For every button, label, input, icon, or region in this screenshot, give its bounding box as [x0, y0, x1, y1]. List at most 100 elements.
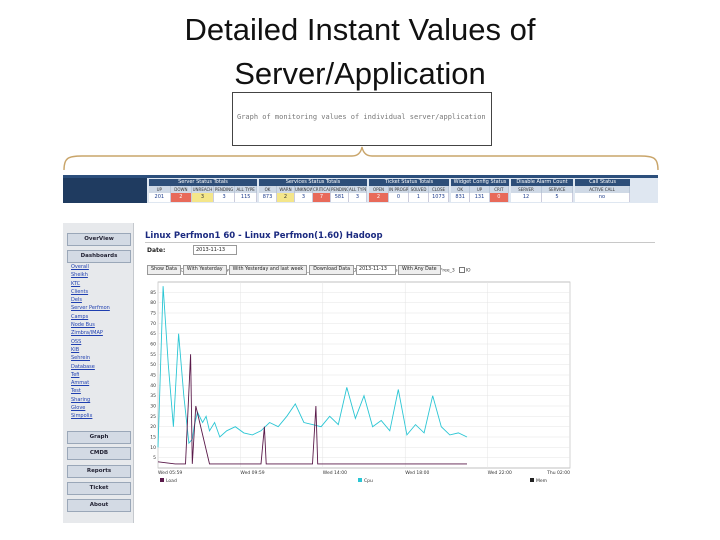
download-data-button[interactable]: Download Data: [309, 265, 355, 275]
sidebar-cmdb-button[interactable]: CMDB: [67, 447, 131, 460]
sidebar-dashboard-link[interactable]: Zimbra/IMAP: [71, 329, 110, 337]
status-value-link[interactable]: 831: [451, 193, 471, 202]
status-group-values: 2 0 1 1073: [369, 193, 449, 202]
sidebar-dashboard-link[interactable]: Test: [71, 387, 110, 395]
status-value-link[interactable]: 2: [170, 193, 193, 202]
status-group-columns: UP DOWN UNREACH PENDING ALL TYPE: [149, 186, 257, 193]
sidebar-dashboard-link[interactable]: Database: [71, 363, 110, 371]
y-tick-label: 10: [150, 445, 156, 451]
with-any-date-button[interactable]: With Any Date: [398, 265, 441, 275]
status-value-link[interactable]: 873: [259, 193, 277, 202]
status-group-columns: OKWARNUNKNOWNCRITICALPENDINGALL TYPE: [259, 186, 367, 193]
y-tick-label: 60: [150, 342, 156, 348]
y-tick-label: 20: [150, 424, 156, 430]
status-column-header: OK: [259, 186, 277, 193]
sidebar-dashboard-link[interactable]: Ammat: [71, 379, 110, 387]
status-group: Ticket Status TotalsOPENIN PROGRESSSOLVE…: [369, 179, 449, 202]
status-value-link[interactable]: 115: [235, 193, 257, 202]
sidebar-dashboard-link[interactable]: Sharing: [71, 396, 110, 404]
status-group-columns: SERVER SERVICE: [511, 186, 573, 193]
y-tick-label: 25: [150, 414, 156, 420]
x-tick-label: Wed 22:00: [488, 470, 512, 476]
sidebar-dashboard-link[interactable]: Sheikh: [71, 271, 110, 279]
status-column-header: ACTIVE CALL: [575, 186, 630, 193]
sidebar-dashboard-link[interactable]: Glove: [71, 404, 110, 412]
status-value-link[interactable]: 201: [149, 193, 171, 202]
y-tick-label: 80: [150, 300, 156, 306]
status-group-title: Services Status Totals: [259, 179, 367, 186]
status-value-link[interactable]: 581: [331, 193, 349, 202]
status-group: Server Status Totals UP DOWN UNREACH PENDING…: [149, 179, 257, 202]
status-value-link[interactable]: 3: [295, 193, 313, 202]
monitoring-panel: OverView Dashboards Overall Sheikh KTC Clie…: [63, 223, 658, 523]
status-column-header: UP: [149, 186, 171, 193]
legend-label: Load: [166, 478, 177, 484]
status-group-values: 12 5: [511, 193, 573, 202]
status-column-header: OPEN: [369, 186, 389, 193]
status-column-header: ALL TYPE: [349, 186, 367, 193]
show-data-button[interactable]: Show Data: [147, 265, 181, 275]
sidebar-about-button[interactable]: About: [67, 499, 131, 512]
sidebar-dashboard-link[interactable]: KIB: [71, 346, 110, 354]
sidebar-dashboard-link[interactable]: Dels: [71, 296, 110, 304]
sidebar-ticket-button[interactable]: Ticket: [67, 482, 131, 495]
y-tick-label: 50: [150, 362, 156, 368]
sidebar-dashboard-link[interactable]: Overall: [71, 263, 110, 271]
sidebar-dashboards-button[interactable]: Dashboards: [67, 250, 131, 263]
status-group-title: Widget Config Status: [451, 179, 509, 186]
compare-date-input[interactable]: 2013-11-13: [356, 265, 397, 275]
sidebar-dashboard-link[interactable]: Clients: [71, 288, 110, 296]
status-value-link[interactable]: 0: [389, 193, 409, 202]
status-value-link[interactable]: 3: [192, 193, 214, 202]
sidebar-graph-button[interactable]: Graph: [67, 431, 131, 444]
sidebar-dashboard-link[interactable]: OSS: [71, 338, 110, 346]
with-yesterday-button[interactable]: With Yesterday: [182, 265, 227, 275]
status-column-header: PENDING: [331, 186, 349, 193]
slide-title-line2: Server/Application: [234, 56, 486, 91]
status-value-link[interactable]: 3: [214, 193, 236, 202]
status-value-link[interactable]: 1: [409, 193, 429, 202]
status-column-header: WARN: [277, 186, 295, 193]
y-tick-label: 30: [150, 404, 156, 410]
sidebar-dashboard-link[interactable]: Tefi: [71, 371, 110, 379]
sidebar-dashboard-link[interactable]: Sehrein: [71, 354, 110, 362]
status-value-link[interactable]: 2: [369, 193, 389, 202]
legend-swatch: [530, 478, 534, 482]
sidebar-dashboard-link[interactable]: Camps: [71, 313, 110, 321]
sidebar-overview-button[interactable]: OverView: [67, 233, 131, 246]
y-tick-label: 65: [150, 331, 156, 337]
line-chart: 5 10 15 20 25 30 35 40 45 50 55 60 65 70 75 80 85 Wed 05:…: [150, 281, 571, 484]
status-value-link[interactable]: 1073: [429, 193, 449, 202]
status-value-link[interactable]: 131: [470, 193, 490, 202]
y-tick-label: 85: [150, 290, 156, 296]
status-value-link[interactable]: 2: [277, 193, 295, 202]
status-group-title: Server Status Totals: [149, 179, 257, 186]
status-value-link[interactable]: 12: [511, 193, 542, 202]
y-tick-label: 55: [150, 352, 156, 358]
status-column-header: UP: [470, 186, 490, 193]
status-value-link[interactable]: 3: [349, 193, 367, 202]
sidebar-dashboard-link[interactable]: Node Bus: [71, 321, 110, 329]
with-yesterday-last-week-button[interactable]: With Yesterday and last week: [228, 265, 308, 275]
date-input[interactable]: 2013-11-13: [193, 245, 237, 255]
series-checkboxes: Mem%CpuMemSwapLoad_1Load_5Eth_InEth_OutD…: [147, 256, 547, 273]
status-value-link[interactable]: no: [575, 193, 630, 202]
legend-swatch: [358, 478, 362, 482]
series-checkbox[interactable]: IO: [458, 266, 471, 273]
sidebar-dashboard-link[interactable]: Simpolix: [71, 412, 110, 420]
x-tick-label: Wed 05:59: [158, 470, 182, 476]
status-group-values: 831 131 0: [451, 193, 509, 202]
date-label: Date:: [147, 247, 166, 254]
sidebar-dashboard-link[interactable]: Server Perfmon: [71, 304, 110, 312]
status-value-link[interactable]: 0: [489, 193, 509, 202]
status-value-link[interactable]: 5: [542, 193, 573, 202]
status-value-link[interactable]: 7: [313, 193, 331, 202]
sidebar-dashboard-link[interactable]: KTC: [71, 280, 110, 288]
page-title: Linux Perfmon1 60 - Linux Perfmon(1.60) …: [145, 231, 383, 241]
slide-title-line1: Detailed Instant Values of: [184, 12, 536, 47]
status-column-header: PENDING: [214, 186, 236, 193]
status-group: Disable Alarm Count SERVER SERVICE 12 5: [511, 179, 573, 202]
sidebar-reports-button[interactable]: Reports: [67, 465, 131, 478]
checkbox-icon[interactable]: [458, 266, 465, 273]
status-group-title: Disable Alarm Count: [511, 179, 573, 186]
